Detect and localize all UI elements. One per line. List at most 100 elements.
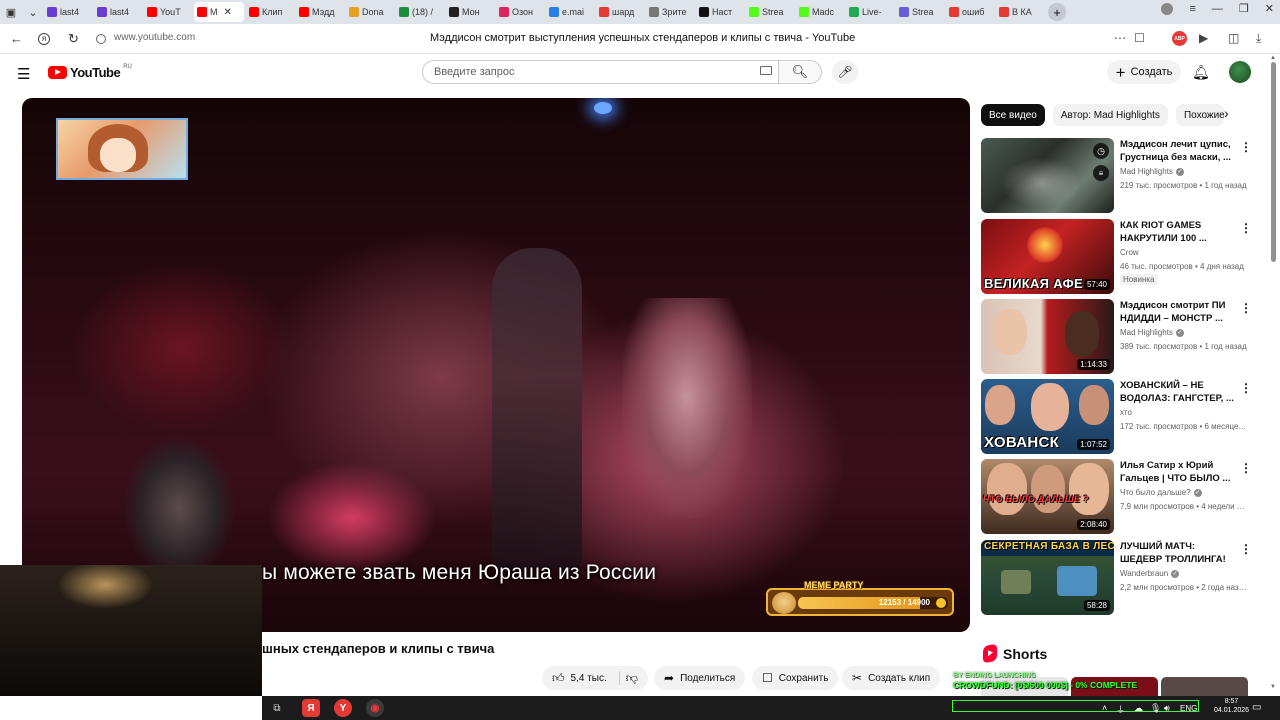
- yandex-browser-icon[interactable]: Y: [334, 699, 352, 717]
- volume-icon[interactable]: 🔊︎: [1164, 703, 1170, 714]
- browser-tab[interactable]: Наст: [696, 2, 744, 22]
- restore-icon[interactable]: ❐: [1239, 2, 1249, 15]
- video-thumbnail[interactable]: ВЕЛИКАЯ АФЕ 57:40: [981, 219, 1114, 294]
- sidebar-toggle-icon[interactable]: ▣: [0, 2, 22, 22]
- more-vert-icon[interactable]: ⋮: [1240, 542, 1252, 556]
- scroll-up-arrow-icon[interactable]: ▲: [1270, 55, 1276, 61]
- video-thumbnail[interactable]: ЧТО БЫЛО ДАЛЬШЕ ? 2:08:40: [981, 459, 1114, 534]
- browser-tab[interactable]: YouT: [144, 2, 192, 22]
- add-to-queue-icon[interactable]: ≡: [1093, 165, 1109, 181]
- more-dots-icon[interactable]: ⋯: [1114, 31, 1126, 45]
- search-button[interactable]: 🔍︎: [778, 60, 822, 84]
- menu-hamburger-icon[interactable]: ☰: [17, 65, 30, 83]
- channel-name[interactable]: Crow: [1120, 248, 1139, 257]
- video-thumbnail[interactable]: 1:14:33: [981, 299, 1114, 374]
- channel-name[interactable]: Что было дальше? ✓: [1120, 488, 1202, 497]
- chip-author[interactable]: Автор: Mad Highlights: [1052, 104, 1168, 126]
- browser-tab[interactable]: Live-: [846, 2, 894, 22]
- input-language[interactable]: ENG: [1180, 704, 1197, 713]
- browser-tab[interactable]: e.mai: [546, 2, 594, 22]
- voice-search-button[interactable]: 🎤︎: [832, 60, 858, 84]
- video-title[interactable]: КАК RIOT GAMES НАКРУТИЛИ 100 ...: [1120, 219, 1238, 245]
- video-thumbnail[interactable]: СЕКРЕТНАЯ БАЗА В ЛЕСУ 58:28: [981, 540, 1114, 615]
- watch-later-clock-icon[interactable]: ◷: [1093, 143, 1109, 159]
- browser-tab[interactable]: Dona: [346, 2, 394, 22]
- list-item[interactable]: ХОВАНСК 1:07:52 ХОВАНСКИЙ – НЕ ВОДОЛАЗ: …: [981, 379, 1252, 454]
- list-item[interactable]: ВЕЛИКАЯ АФЕ 57:40 КАК RIOT GAMES НАКРУТИ…: [981, 219, 1252, 294]
- create-button[interactable]: + Создать: [1107, 60, 1181, 84]
- chip-similar[interactable]: Похожие: [1175, 104, 1224, 126]
- cloud-icon[interactable]: ☁: [1134, 703, 1143, 714]
- clip-button[interactable]: ✂ Создать клип: [842, 666, 941, 690]
- channel-name[interactable]: хто: [1120, 408, 1132, 417]
- video-title[interactable]: ХОВАНСКИЙ – НЕ ВОДОЛАЗ: ГАНГСТЕР, ...: [1120, 379, 1238, 405]
- task-view-icon[interactable]: ⧉: [268, 699, 286, 717]
- browser-tab[interactable]: Мон: [446, 2, 494, 22]
- browser-menu-icon[interactable]: ≡: [1189, 3, 1195, 15]
- notifications-icon[interactable]: ▭: [1252, 702, 1261, 713]
- video-title[interactable]: Илья Сатир х Юрий Гальцев | ЧТО БЫЛО ...: [1120, 459, 1238, 485]
- video-player[interactable]: ы можете звать меня Юраша из России MEME…: [22, 98, 970, 632]
- channel-name[interactable]: Wanderbraun ✓: [1120, 569, 1180, 578]
- youtube-logo[interactable]: YouTube RU: [48, 64, 132, 80]
- channel-name[interactable]: Mad Highlights ✓: [1120, 328, 1184, 337]
- close-window-icon[interactable]: ✕: [1265, 2, 1274, 15]
- chips-next-chevron-icon[interactable]: ›: [1224, 105, 1229, 121]
- adblock-extension-icon[interactable]: ABP: [1172, 31, 1187, 46]
- keyboard-icon[interactable]: [760, 66, 772, 75]
- downloads-icon[interactable]: ⤓: [1256, 31, 1261, 46]
- more-vert-icon[interactable]: ⋮: [1240, 461, 1252, 475]
- video-title[interactable]: ЛУЧШИЙ МАТЧ: ШЕДЕВР ТРОЛЛИНГА! БАЗА в ..…: [1120, 540, 1238, 566]
- browser-tab[interactable]: В КА: [996, 2, 1044, 22]
- video-extension-icon[interactable]: ▶: [1199, 31, 1208, 45]
- chip-all-videos[interactable]: Все видео: [981, 104, 1045, 126]
- clock[interactable]: 8:57 04.01.2026: [1214, 697, 1249, 715]
- tabs-menu-chevron-icon[interactable]: ⌄: [22, 2, 44, 22]
- share-button[interactable]: ➦ Поделиться: [654, 666, 746, 690]
- bookmark-icon[interactable]: ☐: [1134, 31, 1145, 45]
- collections-icon[interactable]: ◫: [1228, 31, 1239, 45]
- usb-icon[interactable]: ⏚: [1116, 703, 1125, 716]
- list-item[interactable]: ЧТО БЫЛО ДАЛЬШЕ ? 2:08:40 Илья Сатир х Ю…: [981, 459, 1252, 534]
- scroll-down-arrow-icon[interactable]: ▼: [1270, 684, 1276, 690]
- yandex-home-icon[interactable]: я: [38, 33, 50, 45]
- list-item[interactable]: СЕКРЕТНАЯ БАЗА В ЛЕСУ 58:28 ЛУЧШИЙ МАТЧ:…: [981, 540, 1252, 615]
- url-text[interactable]: www.youtube.com: [114, 32, 195, 43]
- browser-tab[interactable]: last4: [94, 2, 142, 22]
- page-scrollbar-thumb[interactable]: [1271, 62, 1276, 262]
- browser-tab[interactable]: Strea: [896, 2, 944, 22]
- browser-tab[interactable]: Strea: [746, 2, 794, 22]
- save-button[interactable]: ☐ Сохранить: [752, 666, 839, 690]
- browser-tab[interactable]: Озон: [496, 2, 544, 22]
- notifications-bell-icon[interactable]: 🔔︎: [1192, 64, 1210, 81]
- obs-app-icon[interactable]: ◉: [366, 699, 384, 717]
- list-item[interactable]: 1:14:33 Мэддисон смотрит ПИ НДИДДИ – МОН…: [981, 299, 1252, 374]
- video-title[interactable]: Мэддисон смотрит ПИ НДИДДИ – МОНСТР ...: [1120, 299, 1238, 325]
- profile-icon[interactable]: [1161, 2, 1174, 15]
- tray-expand-chevron-icon[interactable]: ˄: [1102, 703, 1107, 713]
- more-vert-icon[interactable]: ⋮: [1240, 301, 1252, 315]
- video-title[interactable]: Мэддисон лечит цупис, Грустница без маск…: [1120, 138, 1238, 164]
- browser-tab[interactable]: Зрите: [646, 2, 694, 22]
- search-input[interactable]: [423, 61, 723, 83]
- mic-tray-icon[interactable]: 🎙︎: [1150, 703, 1161, 714]
- search-box[interactable]: [422, 60, 778, 84]
- browser-tab[interactable]: M ✕: [194, 2, 244, 22]
- minimize-icon[interactable]: —: [1212, 3, 1223, 15]
- video-thumbnail[interactable]: ◷ ≡: [981, 138, 1114, 213]
- more-vert-icon[interactable]: ⋮: [1240, 381, 1252, 395]
- browser-tab[interactable]: Madc: [796, 2, 844, 22]
- like-button[interactable]: 👍︎ 5,4 тыс. 👎︎: [542, 666, 648, 690]
- back-arrow-icon[interactable]: ←: [10, 31, 23, 46]
- browser-tab[interactable]: ошиб: [946, 2, 994, 22]
- close-tab-icon[interactable]: ✕: [224, 7, 232, 18]
- reload-icon[interactable]: ↻: [68, 31, 79, 47]
- browser-tab[interactable]: last4: [44, 2, 92, 22]
- browser-tab[interactable]: шард: [596, 2, 644, 22]
- user-avatar[interactable]: [1229, 61, 1251, 83]
- channel-name[interactable]: Mad Highlights ✓: [1120, 167, 1184, 176]
- browser-tab[interactable]: Клип: [246, 2, 294, 22]
- thumbs-down-icon[interactable]: 👎︎: [626, 671, 638, 686]
- more-vert-icon[interactable]: ⋮: [1240, 221, 1252, 235]
- more-vert-icon[interactable]: ⋮: [1240, 140, 1252, 154]
